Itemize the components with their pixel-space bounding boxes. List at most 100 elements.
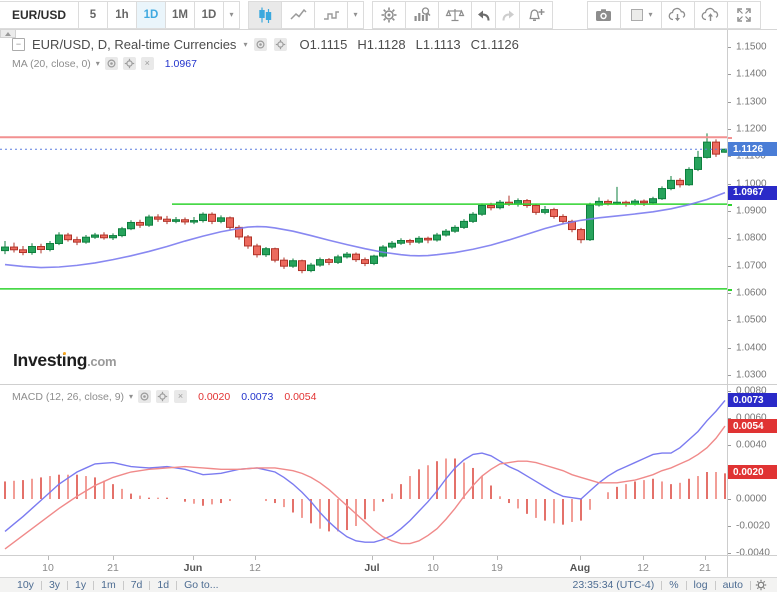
indicators-button[interactable] <box>405 1 439 29</box>
clock-label: 23:35:34 (UTC-4) <box>573 579 655 591</box>
create-alert-button[interactable] <box>519 1 553 29</box>
timeframe-custom-button[interactable]: 1D <box>194 1 224 29</box>
macd-chart-canvas[interactable] <box>0 385 727 555</box>
timeframe-1d-button[interactable]: 1D <box>136 1 166 29</box>
log-scale-toggle[interactable]: log <box>694 579 708 591</box>
step-chart-icon <box>322 6 341 24</box>
remove-indicator-button[interactable]: × <box>141 57 154 70</box>
indicators-icon <box>412 6 432 24</box>
bell-plus-icon <box>526 6 546 24</box>
candle <box>74 240 81 242</box>
axis-settings-button[interactable] <box>755 579 767 591</box>
candle <box>713 142 720 154</box>
indicator-settings-button[interactable] <box>156 390 169 403</box>
candle <box>686 169 693 184</box>
date-tick-mark <box>643 556 644 560</box>
symbol-box[interactable]: EUR/USD <box>0 1 79 29</box>
logo-text: ng <box>66 350 87 370</box>
undo-button[interactable] <box>471 1 496 29</box>
candle <box>407 240 414 242</box>
range-1y-button[interactable]: 1y <box>75 579 86 591</box>
main-chart-canvas[interactable] <box>0 30 727 384</box>
collapse-panel-icon[interactable]: − <box>12 38 25 51</box>
candlestick-icon <box>256 6 274 24</box>
price-tick-mark <box>728 156 731 157</box>
macd-tick-mark <box>728 526 731 527</box>
chevron-down-icon: ▾ <box>353 11 357 19</box>
range-7d-button[interactable]: 7d <box>131 579 143 591</box>
macd-line <box>5 400 725 542</box>
date-tick-mark <box>433 556 434 560</box>
price-tick-mark <box>728 238 731 239</box>
layout-square-icon <box>629 6 645 24</box>
candle <box>155 217 162 219</box>
candle <box>434 235 441 240</box>
candle <box>254 246 261 255</box>
range-3y-button[interactable]: 3y <box>49 579 60 591</box>
chart-header: − EUR/USD, D, Real-time Currencies ▾ O1.… <box>12 37 519 52</box>
timeframe-dropdown-button[interactable]: ▾ <box>223 1 240 29</box>
date-axis[interactable]: 1021Jun12Jul1019Aug1221 <box>0 555 777 577</box>
date-tick-mark <box>255 556 256 560</box>
camera-icon <box>594 6 614 24</box>
candle <box>425 238 432 240</box>
macd-line-value: 0.0073 <box>241 391 273 403</box>
low-value: L1.1113 <box>416 37 461 52</box>
range-1d-button[interactable]: 1d <box>157 579 169 591</box>
visibility-toggle-button[interactable] <box>138 390 151 403</box>
candle <box>146 217 153 225</box>
macd-tick-label: 0.0000 <box>736 494 767 505</box>
tools-group <box>373 1 553 29</box>
timeframe-1h-button[interactable]: 1h <box>107 1 137 29</box>
remove-indicator-button[interactable]: × <box>174 390 187 403</box>
macd-histogram-layer <box>5 459 725 532</box>
timeframe-1m-button[interactable]: 1M <box>165 1 195 29</box>
visibility-toggle-button[interactable] <box>254 38 267 51</box>
series-settings-button[interactable] <box>274 38 287 51</box>
price-tick-label: 1.0700 <box>736 260 767 271</box>
indicator-settings-button[interactable] <box>123 57 136 70</box>
macd-tick-label: 0.0040 <box>736 440 767 451</box>
candle <box>587 205 594 240</box>
undo-arrow-icon <box>476 7 492 23</box>
gear-icon <box>380 6 398 24</box>
candle <box>38 247 45 250</box>
redo-button[interactable] <box>495 1 520 29</box>
candle <box>65 235 72 240</box>
compare-button[interactable] <box>438 1 472 29</box>
chart-type-dropdown-button[interactable]: ▾ <box>347 1 364 29</box>
price-tick-label: 1.0300 <box>736 369 767 380</box>
percent-scale-toggle[interactable]: % <box>669 579 678 591</box>
candle <box>56 235 63 243</box>
timeframe-5min-button[interactable]: 5 <box>78 1 108 29</box>
price-axis[interactable]: 1.15001.14001.13001.12001.11001.10001.09… <box>728 30 777 577</box>
price-tick-mark <box>728 211 731 212</box>
step-chart-button[interactable] <box>314 1 348 29</box>
range-10y-button[interactable]: 10y <box>17 579 34 591</box>
price-tick-label: 1.0900 <box>736 205 767 216</box>
auto-scale-toggle[interactable]: auto <box>723 579 743 591</box>
load-chart-button[interactable] <box>661 1 695 29</box>
goto-date-button[interactable]: Go to... <box>184 579 218 591</box>
price-tick-mark <box>728 184 731 185</box>
range-1m-button[interactable]: 1m <box>101 579 116 591</box>
visibility-toggle-button[interactable] <box>105 57 118 70</box>
save-chart-button[interactable] <box>694 1 728 29</box>
fullscreen-button[interactable] <box>727 1 761 29</box>
level-tick-mark <box>728 204 732 206</box>
chart-type-group: ▾ <box>249 1 364 29</box>
ma-value: 1.0967 <box>165 58 197 70</box>
price-tick-mark <box>728 348 731 349</box>
screenshot-button[interactable] <box>587 1 621 29</box>
macd-indicator-header: MACD (12, 26, close, 9) ▾ × 0.0020 0.007… <box>12 390 316 403</box>
macd-value-badge: 0.0054 <box>728 419 777 433</box>
chevron-down-icon[interactable]: ▾ <box>96 60 100 68</box>
candlestick-chart-button[interactable] <box>248 1 282 29</box>
logo-suffix: .com <box>87 354 116 369</box>
layout-select-button[interactable]: ▾ <box>620 1 662 29</box>
chevron-down-icon[interactable]: ▾ <box>129 393 133 401</box>
line-chart-button[interactable] <box>281 1 315 29</box>
price-tick-label: 1.0400 <box>736 342 767 353</box>
settings-button[interactable] <box>372 1 406 29</box>
chevron-down-icon[interactable]: ▾ <box>243 41 247 49</box>
